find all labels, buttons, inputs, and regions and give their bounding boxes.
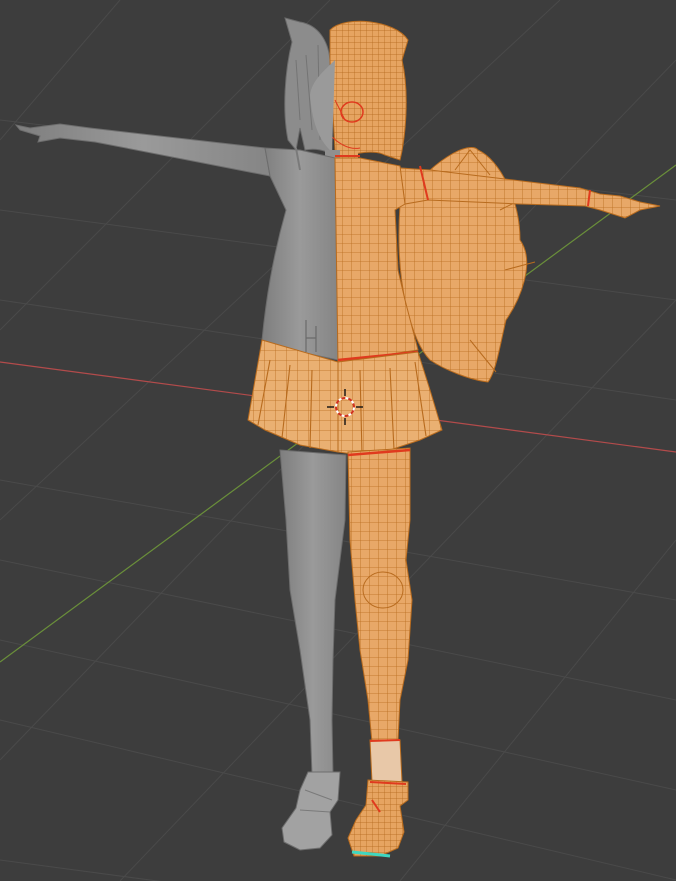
leg-left [279,449,347,776]
grid-line [0,639,676,791]
grid-line [0,859,162,881]
head-mesh[interactable] [329,20,409,161]
grid-line [0,0,121,141]
3d-viewport[interactable] [0,0,676,881]
shirt-left [261,147,339,361]
shoe-mesh[interactable] [347,779,409,857]
arm-left [14,123,271,177]
grid-line [0,559,676,701]
viewport-canvas[interactable] [0,0,676,881]
grid-line [399,539,676,881]
